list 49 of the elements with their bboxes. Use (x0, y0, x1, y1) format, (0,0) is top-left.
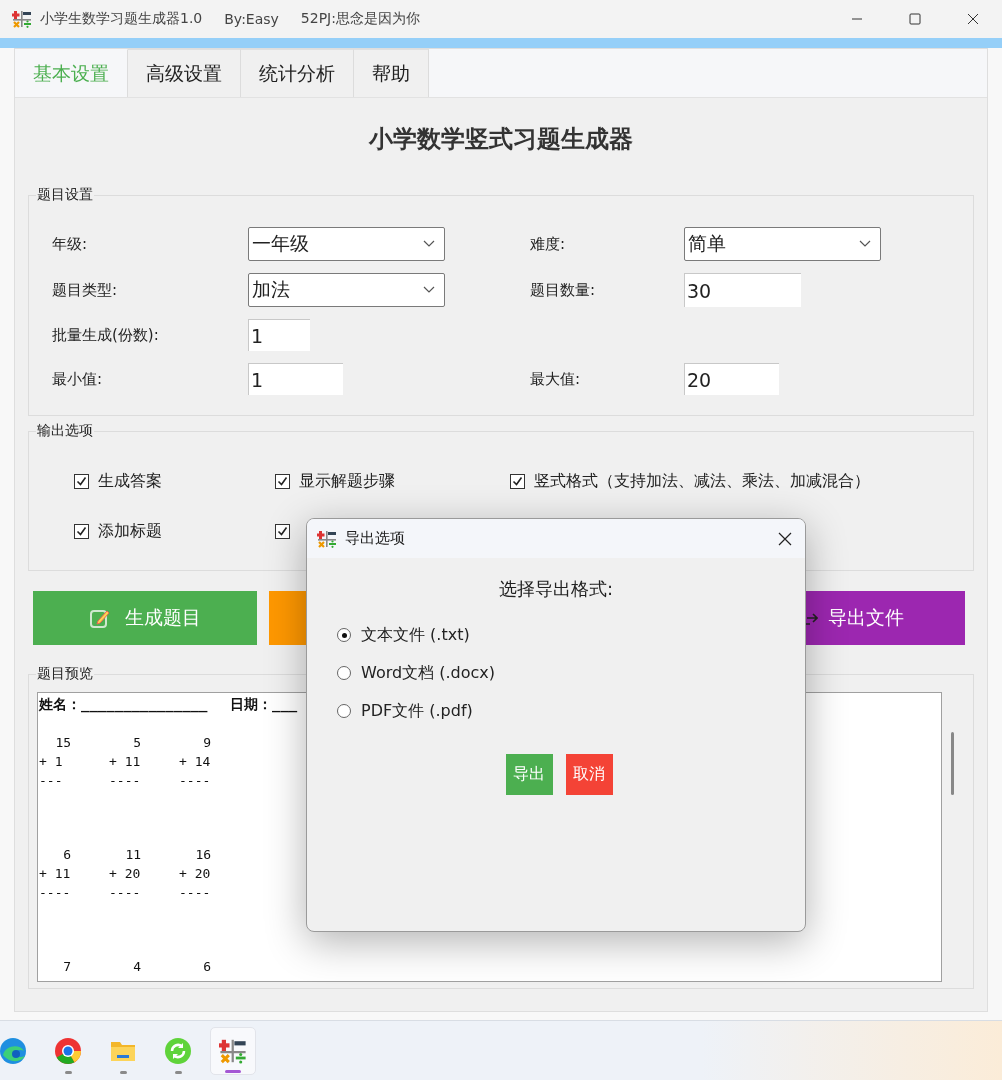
problem-operand: + 20 (109, 865, 142, 883)
field-label: 最小值: (52, 369, 104, 389)
problem-operand: + 20 (179, 865, 212, 883)
dropdown-value: 简单 (688, 231, 726, 256)
answer-line: ---- (39, 884, 72, 902)
field-label: 年级: (52, 234, 89, 254)
answer-line: ---- (109, 884, 142, 902)
problem-number: 6 (202, 958, 212, 976)
answer-line: ---- (109, 772, 142, 790)
problem-number: 4 (132, 958, 142, 976)
field-label: 题目数量: (530, 280, 597, 300)
credit-text: 52PJ:思念是因为你 (300, 10, 420, 28)
problem-number: 15 (54, 734, 72, 752)
checkbox-label: 添加标题 (98, 520, 162, 542)
problem-number: 5 (132, 734, 142, 752)
window-title: 小学生数学习题生成器1.0 (40, 10, 203, 28)
problem-number: 7 (62, 958, 72, 976)
problem-operand: + 14 (179, 753, 212, 771)
problem-number: 11 (124, 846, 142, 864)
answer-line: ---- (179, 772, 212, 790)
dropdown-value: 一年级 (252, 231, 309, 256)
field-label: 题目类型: (52, 280, 119, 300)
group-title: 题目设置 (36, 186, 94, 204)
field-label: 难度: (530, 234, 567, 254)
dropdown-value: 加法 (252, 277, 290, 302)
dialog-title: 导出选项 (345, 529, 405, 548)
checkbox-label: 竖式格式（支持加法、减法、乘法、加减混合） (534, 470, 870, 492)
checkbox-label: 显示解题步骤 (299, 470, 395, 492)
problem-operand: + 11 (109, 753, 142, 771)
form-field-line: 日期：___ (230, 696, 298, 714)
author-text: By:Easy (224, 11, 279, 27)
problem-number: 16 (194, 846, 212, 864)
answer-line: ---- (179, 884, 212, 902)
field-label: 批量生成(份数): (52, 325, 160, 345)
radio-label: PDF文件 (.pdf) (361, 700, 473, 722)
answer-line: --- (39, 772, 64, 790)
form-field-line: 姓名：_______________ (39, 696, 209, 714)
radio-label: 文本文件 (.txt) (361, 624, 470, 646)
page-heading: 小学数学竖式习题生成器 (367, 124, 634, 155)
group-title: 输出选项 (36, 422, 94, 440)
field-label: 最大值: (530, 369, 582, 389)
group-title: 题目预览 (36, 665, 94, 683)
problem-number: 9 (202, 734, 212, 752)
problem-operand: + 1 (39, 753, 64, 771)
dialog-heading: 选择导出格式: (497, 577, 615, 601)
problem-operand: + 11 (39, 865, 72, 883)
checkbox-label: 生成答案 (98, 470, 162, 492)
radio-label: Word文档 (.docx) (361, 662, 495, 684)
problem-number: 6 (62, 846, 72, 864)
